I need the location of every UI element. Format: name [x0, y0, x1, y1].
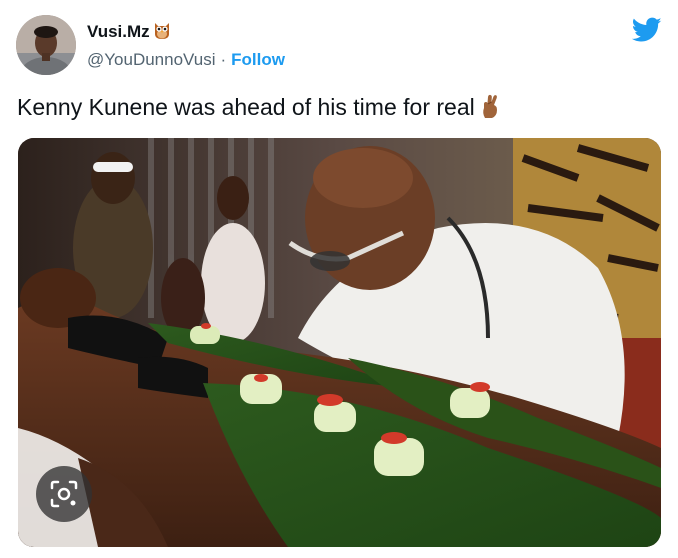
separator-dot: · — [220, 50, 227, 69]
author-name-text[interactable]: Vusi.Mz — [87, 22, 150, 41]
author-display-name[interactable]: Vusi.Mz — [87, 20, 171, 46]
author-avatar[interactable] — [16, 15, 76, 75]
owl-emoji-icon — [153, 20, 171, 46]
twitter-bird-icon[interactable] — [631, 17, 662, 43]
lens-search-button[interactable] — [36, 466, 92, 522]
tweet-text-content: Kenny Kunene was ahead of his time for r… — [17, 94, 475, 120]
tweet-media-photo[interactable] — [18, 138, 661, 547]
author-handle-row: @YouDunnoVusi · Follow — [87, 49, 285, 71]
tweet-card: Vusi.Mz @YouDunnoVusi · Follow Kenny Kunen… — [0, 0, 678, 558]
follow-button[interactable]: Follow — [231, 50, 285, 69]
author-handle[interactable]: @YouDunnoVusi — [87, 50, 215, 69]
crossed-fingers-emoji-icon — [479, 93, 501, 126]
lens-search-icon — [50, 480, 78, 508]
tweet-text: Kenny Kunene was ahead of his time for r… — [17, 92, 501, 126]
